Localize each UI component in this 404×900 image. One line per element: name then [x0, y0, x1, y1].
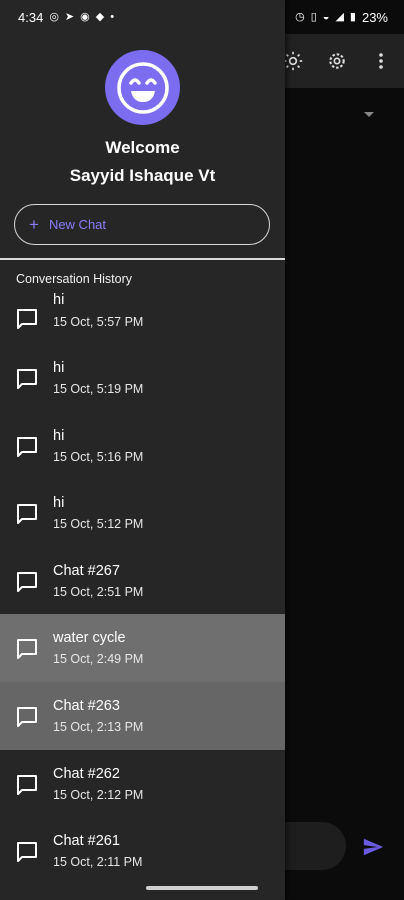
conversation-item[interactable]: Chat #263 15 Oct, 2:13 PM [0, 682, 285, 750]
signal-icon: ◢ [335, 10, 344, 23]
game-icon: ◆ [95, 10, 105, 23]
conversation-date: 15 Oct, 2:51 PM [53, 585, 144, 599]
telegram-icon: ➤ [64, 10, 75, 23]
avatar [105, 50, 180, 125]
settings-icon[interactable] [326, 50, 348, 72]
hotspot-icon: ◒ [322, 10, 330, 23]
conversation-title: Chat #262 [53, 766, 120, 782]
navigation-drawer: Welcome Sayyid Ishaque Vt + New Chat Con… [0, 0, 285, 900]
divider [0, 258, 285, 260]
send-icon[interactable] [362, 836, 384, 863]
conversation-item[interactable]: hi 15 Oct, 5:12 PM [0, 479, 285, 547]
chat-bubble-icon [15, 705, 39, 729]
new-chat-button[interactable]: + New Chat [14, 204, 270, 245]
conversation-title: hi [53, 495, 65, 511]
chat-bubble-icon [15, 637, 39, 661]
conversation-title: hi [53, 292, 65, 308]
conversation-title: hi [53, 360, 65, 376]
alarm-icon: ◷ [295, 10, 305, 23]
conversation-item[interactable]: water cycle 15 Oct, 2:49 PM [0, 614, 285, 682]
chat-bubble-icon [15, 840, 39, 864]
chat-bubble-icon [15, 570, 39, 594]
chevron-down-icon[interactable] [364, 112, 374, 117]
conversation-item[interactable]: hi 15 Oct, 5:16 PM [0, 412, 285, 480]
conversation-item[interactable]: Chat #262 15 Oct, 2:12 PM [0, 750, 285, 818]
conversation-date: 15 Oct, 5:19 PM [53, 382, 144, 396]
conversation-item[interactable]: Chat #267 15 Oct, 2:51 PM [0, 547, 285, 615]
conversation-item[interactable]: hi 15 Oct, 5:57 PM [0, 284, 285, 352]
battery-percent: 23% [361, 9, 388, 25]
conversation-item[interactable]: hi 15 Oct, 5:19 PM [0, 344, 285, 412]
conversation-title: water cycle [53, 630, 126, 646]
conversation-date: 15 Oct, 2:12 PM [53, 788, 144, 802]
conversation-date: 15 Oct, 5:57 PM [53, 315, 144, 329]
chat-bubble-icon [15, 367, 39, 391]
plus-icon: + [29, 215, 39, 234]
chat-bubble-icon [15, 307, 39, 331]
smiley-face-icon [116, 61, 169, 114]
conversation-item[interactable]: Chat #261 15 Oct, 2:11 PM [0, 817, 285, 885]
conversation-date: 15 Oct, 5:12 PM [53, 517, 144, 531]
chat-bubble-icon [15, 502, 39, 526]
conversation-date: 15 Oct, 5:16 PM [53, 450, 144, 464]
conversation-title: Chat #261 [53, 833, 120, 849]
status-bar: 4:34 ◎ ➤ ◉ ◆ • ◷ ▯ ◒ ◢ ▮ 23% [0, 0, 404, 34]
conversation-date: 15 Oct, 2:49 PM [53, 652, 144, 666]
conversation-title: hi [53, 428, 65, 444]
brightness-icon[interactable] [282, 50, 304, 72]
whatsapp-icon: ◎ [49, 10, 59, 23]
chat-bubble-icon [15, 773, 39, 797]
new-chat-label: New Chat [48, 217, 107, 232]
battery-icon: ▮ [349, 10, 356, 23]
conversation-date: 15 Oct, 2:13 PM [53, 720, 144, 734]
conversation-title: Chat #267 [53, 563, 120, 579]
status-time: 4:34 [18, 9, 44, 25]
conversation-title: Chat #263 [53, 698, 120, 714]
home-indicator[interactable] [146, 886, 258, 890]
user-name: Sayyid Ishaque Vt [69, 166, 216, 185]
dot-icon: • [110, 10, 115, 23]
chat-bubble-icon [15, 435, 39, 459]
welcome-heading: Welcome [105, 138, 180, 157]
location-icon: ◉ [80, 10, 90, 23]
vibrate-icon: ▯ [310, 10, 317, 23]
more-icon[interactable] [370, 50, 392, 72]
conversation-date: 15 Oct, 2:11 PM [53, 855, 143, 869]
